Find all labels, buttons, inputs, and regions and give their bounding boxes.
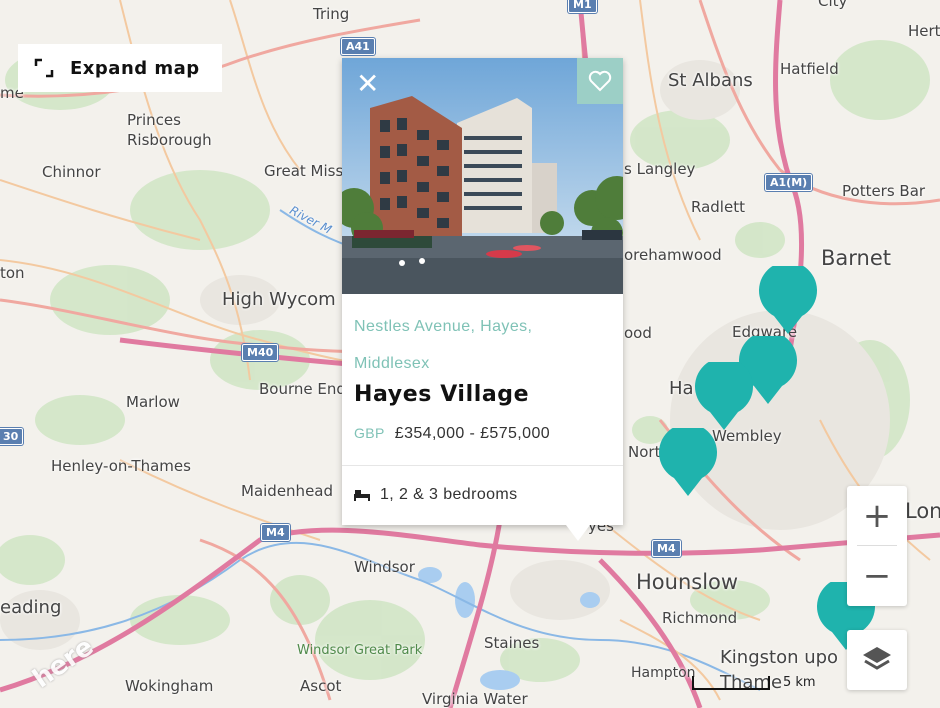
place-label: Wokingham	[125, 677, 214, 695]
currency-code: GBP	[354, 425, 385, 441]
place-label: Hatfield	[780, 60, 839, 78]
place-label: Henley-on-Thames	[51, 457, 191, 475]
road-shield: M40	[242, 344, 279, 361]
place-label: ood	[624, 324, 652, 342]
price-range: £354,000 - £575,000	[394, 425, 551, 442]
place-label: Chinnor	[42, 163, 101, 181]
place-label: Bourne End	[259, 380, 346, 398]
zoom-control: + −	[847, 486, 907, 606]
scale-bar	[692, 676, 770, 690]
zoom-separator	[857, 545, 897, 546]
property-photo[interactable]: ✕	[342, 58, 623, 294]
divider	[342, 465, 623, 466]
place-label: Hampton	[631, 665, 696, 681]
place-label: Potters Bar	[842, 182, 926, 200]
place-label: Maidenhead	[241, 482, 334, 500]
property-marker[interactable]	[758, 266, 818, 336]
place-label: Hert	[908, 22, 940, 40]
place-label: Richmond	[662, 609, 738, 627]
place-label: s Langley	[624, 160, 696, 178]
bedrooms-label: 1, 2 & 3 bedrooms	[380, 486, 518, 503]
road-shield: M4	[652, 540, 681, 557]
close-icon[interactable]: ✕	[356, 70, 379, 98]
place-label: Radlett	[691, 198, 745, 216]
place-label: Tring	[313, 5, 350, 23]
popup-pointer	[566, 525, 590, 541]
place-label: Windsor Great Park	[297, 643, 423, 658]
place-label: Princes Risborough	[127, 111, 212, 149]
property-marker[interactable]	[658, 428, 718, 498]
place-label: Ascot	[300, 677, 342, 695]
expand-icon	[34, 58, 54, 78]
heart-icon	[588, 70, 612, 92]
bed-icon	[354, 490, 370, 501]
place-label: ton	[0, 264, 25, 282]
property-marker[interactable]	[694, 362, 754, 432]
property-name[interactable]: Hayes Village	[354, 382, 529, 407]
place-label: Windsor	[354, 558, 415, 576]
place-label: High Wycom	[222, 289, 336, 310]
layers-button[interactable]	[847, 630, 907, 690]
place-label: Hounslow	[636, 570, 739, 594]
property-price: GBP £354,000 - £575,000	[354, 425, 550, 443]
place-label: orehamwood	[624, 246, 722, 264]
place-label: Marlow	[126, 393, 180, 411]
road-shield: M1	[568, 0, 597, 13]
layers-icon	[863, 647, 891, 670]
place-label: Staines	[484, 634, 540, 652]
expand-map-button[interactable]: Expand map	[18, 44, 222, 92]
road-shield: M4	[261, 524, 290, 541]
place-label: City	[818, 0, 848, 10]
place-label: St Albans	[668, 70, 753, 91]
property-popup: ✕ Nestles Avenue, Hayes, Middlesex Hayes…	[342, 58, 623, 525]
scale-label: 5 km	[783, 675, 816, 690]
road-shield: A1(M)	[765, 174, 813, 191]
place-label: Barnet	[821, 246, 892, 270]
place-label: Ha	[669, 378, 694, 399]
road-shield: 30	[0, 428, 24, 445]
road-shield: A41	[341, 38, 375, 55]
favourite-button[interactable]	[577, 58, 623, 104]
place-label: Virginia Water	[422, 690, 528, 708]
property-address: Nestles Avenue, Hayes, Middlesex	[354, 318, 533, 372]
zoom-in-button[interactable]: +	[847, 486, 907, 546]
expand-map-label: Expand map	[70, 57, 200, 79]
place-label: eading	[0, 597, 62, 618]
bedrooms-info: 1, 2 & 3 bedrooms	[354, 486, 518, 504]
place-label: Nort	[628, 443, 661, 461]
place-label: Great Miss	[264, 162, 344, 180]
place-label: Lon	[905, 499, 940, 523]
zoom-out-button[interactable]: −	[847, 546, 907, 606]
